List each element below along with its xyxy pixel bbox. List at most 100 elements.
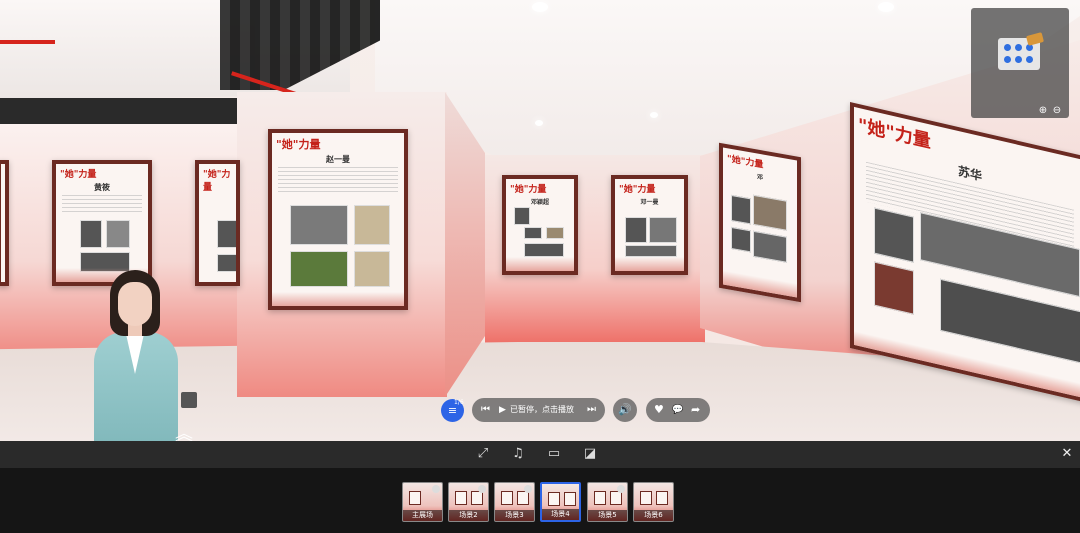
- ceiling-light: [878, 2, 894, 12]
- next-icon[interactable]: ⏭: [587, 398, 596, 422]
- poster-heading: "她"力量: [619, 185, 656, 195]
- poster-photo: [290, 251, 348, 287]
- poster-wave: [615, 257, 684, 271]
- check-icon: [478, 485, 486, 493]
- poster-photo: [546, 227, 564, 239]
- scene-thumbnail-label: 场景3: [495, 510, 534, 521]
- scene-thumbnail-label: 场景6: [634, 510, 673, 521]
- zoom-out-icon[interactable]: ⊖: [1051, 105, 1063, 117]
- poster-title: 邓一曼: [640, 199, 659, 206]
- poster-title: 黄筱: [94, 183, 110, 192]
- comment-icon[interactable]: 💬: [672, 398, 683, 422]
- poster-pillar[interactable]: "她"力量 赵一曼: [268, 129, 408, 310]
- share-icon[interactable]: ➦: [691, 398, 700, 422]
- music-icon[interactable]: ♫: [510, 446, 526, 462]
- minimap[interactable]: ⊕ ⊖: [971, 8, 1069, 118]
- scene-thumbnail-label: 场景4: [542, 509, 579, 520]
- thumbnail-image: [455, 491, 467, 505]
- close-icon[interactable]: ✕: [1060, 446, 1074, 462]
- ceiling-light: [532, 2, 548, 12]
- thumbnail-image: [501, 491, 513, 505]
- thumbnail-image: [409, 491, 421, 505]
- poster-photo: [731, 194, 751, 225]
- thumbnail-image: [517, 491, 529, 505]
- poster-photo: [217, 254, 236, 272]
- poster-photo: [217, 220, 236, 248]
- bottom-toolbar: ⤢ ♫ ▭ ◪ ✕: [0, 441, 1080, 468]
- play-icon[interactable]: ▶: [499, 398, 506, 422]
- thumbnail-image: [564, 492, 576, 506]
- poster-heading: "她"力量: [203, 170, 231, 193]
- scene-thumbnail-label: 场景2: [449, 510, 488, 521]
- poster-photo: [731, 226, 751, 253]
- ceiling-strip: [0, 98, 240, 124]
- guide-toggle-chip[interactable]: [181, 392, 197, 408]
- scene-thumbnail[interactable]: 主展场: [402, 482, 443, 522]
- poster-photo: [524, 227, 542, 239]
- poster-heading: "她"力量: [60, 170, 97, 180]
- poster-back-2[interactable]: "她"力量 邓一曼: [611, 175, 688, 275]
- minimap-point[interactable]: [1004, 56, 1011, 63]
- thumbnail-image: [656, 491, 668, 505]
- poster-photo: [524, 243, 564, 257]
- thumbnail-image: [548, 492, 560, 506]
- scene-thumbnail[interactable]: 场景2: [448, 482, 489, 522]
- poster-wave: [506, 257, 574, 271]
- ceiling-light: [650, 112, 658, 118]
- avatar-face: [118, 282, 152, 326]
- audio-player[interactable]: ⏮ ▶ 已暂停，点击播放 ⏭: [472, 398, 605, 422]
- gyroscope-icon[interactable]: ◪: [582, 446, 598, 462]
- poster-back-1[interactable]: "她"力量 邓颖超: [502, 175, 578, 275]
- poster-title: 邓颖超: [530, 199, 549, 206]
- menu-badge: 1/6: [454, 399, 464, 406]
- scene-thumbnail-label: 场景5: [588, 510, 627, 521]
- exhibition-viewport[interactable]: "她"力量 黄筱 "她"力量 "她"力量 赵一曼 "她"力量 邓颖超 "她"力量…: [0, 0, 1080, 441]
- volume-icon[interactable]: 🔊: [613, 398, 637, 422]
- minimap-point[interactable]: [1004, 44, 1011, 51]
- scene-thumbnail[interactable]: 场景3: [494, 482, 535, 522]
- ceiling-light: [535, 120, 543, 126]
- zoom-in-icon[interactable]: ⊕: [1037, 105, 1049, 117]
- poster-photo: [753, 230, 787, 263]
- virtual-guide-avatar[interactable]: [88, 270, 193, 441]
- thumbnail-image: [594, 491, 606, 505]
- scene-thumbnail[interactable]: 场景6: [633, 482, 674, 522]
- poster-text: [278, 167, 398, 193]
- scene-thumbnail[interactable]: 场景5: [587, 482, 628, 522]
- poster-photo: [290, 205, 348, 245]
- check-icon: [432, 485, 440, 493]
- check-icon: [617, 485, 625, 493]
- poster-left-2[interactable]: "她"力量: [195, 160, 240, 286]
- poster-photo: [354, 251, 390, 287]
- thumbnail-image: [640, 491, 652, 505]
- previous-icon[interactable]: ⏮: [481, 398, 490, 422]
- poster-left-edge[interactable]: [0, 160, 9, 286]
- chevron-up-icon[interactable]: ︽: [175, 420, 193, 441]
- check-icon: [524, 485, 532, 493]
- minimap-point[interactable]: [1026, 56, 1033, 63]
- scene-thumbnail-label: 主展场: [403, 510, 442, 521]
- poster-photo: [625, 245, 677, 257]
- poster-right-1[interactable]: "她"力量 邓: [719, 142, 801, 303]
- minimap-point[interactable]: [1015, 44, 1022, 51]
- scene-thumbnail-strip: 主展场 场景2 场景3 场景4 场景5 场景6: [0, 468, 1080, 533]
- poster-heading: "她"力量: [276, 138, 321, 151]
- poster-text: [62, 195, 142, 213]
- poster-photo: [106, 220, 130, 248]
- poster-photo: [354, 205, 390, 245]
- vr-glasses-icon[interactable]: ▭: [546, 446, 562, 462]
- poster-left-1[interactable]: "她"力量 黄筱: [52, 160, 152, 286]
- poster-photo: [874, 207, 914, 263]
- poster-photo: [649, 217, 677, 243]
- poster-photo: [753, 194, 787, 231]
- fullscreen-icon[interactable]: ⤢: [475, 446, 491, 462]
- poster-photo: [514, 207, 530, 225]
- poster-photo: [625, 217, 647, 243]
- minimap-point[interactable]: [1015, 56, 1022, 63]
- player-status-label: 已暂停，点击播放: [510, 405, 574, 414]
- poster-title: 赵一曼: [326, 155, 350, 164]
- ceiling-red-accent: [0, 40, 55, 44]
- like-icon[interactable]: ♥: [654, 398, 664, 422]
- poster-photo: [80, 220, 102, 248]
- scene-thumbnail-active[interactable]: 场景4: [540, 482, 581, 522]
